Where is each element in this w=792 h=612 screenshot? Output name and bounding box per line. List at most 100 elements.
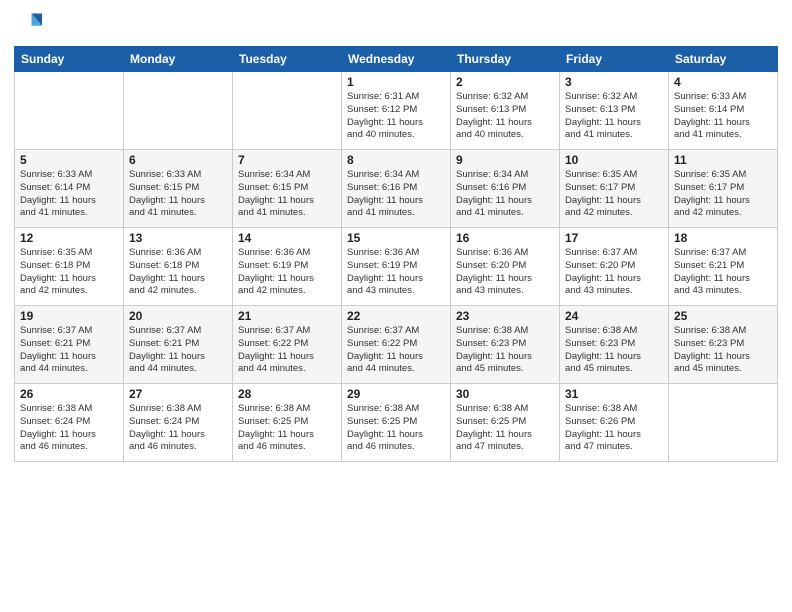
day-cell-12: 12 Sunrise: 6:35 AM Sunset: 6:18 PM Dayli… [15, 228, 124, 306]
day-cell-18: 18 Sunrise: 6:37 AM Sunset: 6:21 PM Dayli… [669, 228, 778, 306]
day-info: Sunrise: 6:37 AM Sunset: 6:21 PM Dayligh… [674, 247, 772, 298]
day-number: 11 [674, 153, 772, 167]
weekday-header-tuesday: Tuesday [233, 47, 342, 72]
day-number: 18 [674, 231, 772, 245]
day-cell-28: 28 Sunrise: 6:38 AM Sunset: 6:25 PM Dayli… [233, 384, 342, 462]
empty-cell [124, 72, 233, 150]
day-number: 14 [238, 231, 336, 245]
day-number: 4 [674, 75, 772, 89]
day-number: 30 [456, 387, 554, 401]
day-number: 22 [347, 309, 445, 323]
empty-cell [669, 384, 778, 462]
day-info: Sunrise: 6:36 AM Sunset: 6:19 PM Dayligh… [347, 247, 445, 298]
day-cell-14: 14 Sunrise: 6:36 AM Sunset: 6:19 PM Dayli… [233, 228, 342, 306]
day-number: 25 [674, 309, 772, 323]
day-info: Sunrise: 6:38 AM Sunset: 6:26 PM Dayligh… [565, 403, 663, 454]
day-number: 7 [238, 153, 336, 167]
day-cell-5: 5 Sunrise: 6:33 AM Sunset: 6:14 PM Daylig… [15, 150, 124, 228]
day-cell-23: 23Sunrise: 6:38 AM Sunset: 6:23 PM Dayli… [451, 306, 560, 384]
day-cell-25: 25 Sunrise: 6:38 AM Sunset: 6:23 PM Dayli… [669, 306, 778, 384]
day-number: 19 [20, 309, 118, 323]
day-cell-22: 22 Sunrise: 6:37 AM Sunset: 6:22 PM Dayli… [342, 306, 451, 384]
day-cell-8: 8Sunrise: 6:34 AM Sunset: 6:16 PM Daylig… [342, 150, 451, 228]
logo [14, 10, 46, 38]
day-cell-10: 10Sunrise: 6:35 AM Sunset: 6:17 PM Dayli… [560, 150, 669, 228]
day-number: 8 [347, 153, 445, 167]
day-cell-21: 21Sunrise: 6:37 AM Sunset: 6:22 PM Dayli… [233, 306, 342, 384]
day-info: Sunrise: 6:38 AM Sunset: 6:25 PM Dayligh… [238, 403, 336, 454]
day-cell-24: 24 Sunrise: 6:38 AM Sunset: 6:23 PM Dayli… [560, 306, 669, 384]
day-info: Sunrise: 6:33 AM Sunset: 6:14 PM Dayligh… [674, 91, 772, 142]
weekday-header-row: SundayMondayTuesdayWednesdayThursdayFrid… [15, 47, 778, 72]
day-info: Sunrise: 6:34 AM Sunset: 6:16 PM Dayligh… [456, 169, 554, 220]
day-number: 5 [20, 153, 118, 167]
day-number: 29 [347, 387, 445, 401]
weekday-header-monday: Monday [124, 47, 233, 72]
day-cell-20: 20 Sunrise: 6:37 AM Sunset: 6:21 PM Dayli… [124, 306, 233, 384]
day-number: 10 [565, 153, 663, 167]
day-info: Sunrise: 6:38 AM Sunset: 6:23 PM Dayligh… [456, 325, 554, 376]
day-info: Sunrise: 6:38 AM Sunset: 6:23 PM Dayligh… [565, 325, 663, 376]
weekday-header-friday: Friday [560, 47, 669, 72]
day-number: 16 [456, 231, 554, 245]
day-cell-26: 26 Sunrise: 6:38 AM Sunset: 6:24 PM Dayli… [15, 384, 124, 462]
day-info: Sunrise: 6:32 AM Sunset: 6:13 PM Dayligh… [456, 91, 554, 142]
week-row-2: 5 Sunrise: 6:33 AM Sunset: 6:14 PM Daylig… [15, 150, 778, 228]
day-cell-9: 9 Sunrise: 6:34 AM Sunset: 6:16 PM Daylig… [451, 150, 560, 228]
day-info: Sunrise: 6:35 AM Sunset: 6:18 PM Dayligh… [20, 247, 118, 298]
day-cell-30: 30 Sunrise: 6:38 AM Sunset: 6:25 PM Dayli… [451, 384, 560, 462]
day-number: 15 [347, 231, 445, 245]
day-cell-2: 2 Sunrise: 6:32 AM Sunset: 6:13 PM Daylig… [451, 72, 560, 150]
day-number: 28 [238, 387, 336, 401]
day-info: Sunrise: 6:35 AM Sunset: 6:17 PM Dayligh… [674, 169, 772, 220]
weekday-header-sunday: Sunday [15, 47, 124, 72]
day-number: 31 [565, 387, 663, 401]
day-number: 27 [129, 387, 227, 401]
header [14, 10, 778, 38]
empty-cell [233, 72, 342, 150]
day-cell-6: 6 Sunrise: 6:33 AM Sunset: 6:15 PM Daylig… [124, 150, 233, 228]
day-cell-16: 16 Sunrise: 6:36 AM Sunset: 6:20 PM Dayli… [451, 228, 560, 306]
page: SundayMondayTuesdayWednesdayThursdayFrid… [0, 0, 792, 612]
day-number: 9 [456, 153, 554, 167]
day-cell-7: 7 Sunrise: 6:34 AM Sunset: 6:15 PM Daylig… [233, 150, 342, 228]
day-cell-15: 15 Sunrise: 6:36 AM Sunset: 6:19 PM Dayli… [342, 228, 451, 306]
day-number: 6 [129, 153, 227, 167]
day-number: 12 [20, 231, 118, 245]
day-info: Sunrise: 6:38 AM Sunset: 6:23 PM Dayligh… [674, 325, 772, 376]
day-info: Sunrise: 6:38 AM Sunset: 6:24 PM Dayligh… [20, 403, 118, 454]
day-number: 2 [456, 75, 554, 89]
day-info: Sunrise: 6:38 AM Sunset: 6:25 PM Dayligh… [456, 403, 554, 454]
day-info: Sunrise: 6:33 AM Sunset: 6:15 PM Dayligh… [129, 169, 227, 220]
week-row-1: 1 Sunrise: 6:31 AM Sunset: 6:12 PM Daylig… [15, 72, 778, 150]
day-number: 17 [565, 231, 663, 245]
week-row-4: 19 Sunrise: 6:37 AM Sunset: 6:21 PM Dayli… [15, 306, 778, 384]
day-info: Sunrise: 6:33 AM Sunset: 6:14 PM Dayligh… [20, 169, 118, 220]
weekday-header-saturday: Saturday [669, 47, 778, 72]
day-number: 21 [238, 309, 336, 323]
day-cell-11: 11 Sunrise: 6:35 AM Sunset: 6:17 PM Dayli… [669, 150, 778, 228]
empty-cell [15, 72, 124, 150]
day-info: Sunrise: 6:31 AM Sunset: 6:12 PM Dayligh… [347, 91, 445, 142]
day-info: Sunrise: 6:37 AM Sunset: 6:21 PM Dayligh… [129, 325, 227, 376]
day-number: 26 [20, 387, 118, 401]
day-info: Sunrise: 6:38 AM Sunset: 6:24 PM Dayligh… [129, 403, 227, 454]
day-number: 20 [129, 309, 227, 323]
day-info: Sunrise: 6:34 AM Sunset: 6:15 PM Dayligh… [238, 169, 336, 220]
day-info: Sunrise: 6:36 AM Sunset: 6:20 PM Dayligh… [456, 247, 554, 298]
day-number: 13 [129, 231, 227, 245]
day-info: Sunrise: 6:38 AM Sunset: 6:25 PM Dayligh… [347, 403, 445, 454]
day-info: Sunrise: 6:37 AM Sunset: 6:20 PM Dayligh… [565, 247, 663, 298]
week-row-5: 26 Sunrise: 6:38 AM Sunset: 6:24 PM Dayli… [15, 384, 778, 462]
day-number: 1 [347, 75, 445, 89]
day-number: 24 [565, 309, 663, 323]
day-cell-17: 17 Sunrise: 6:37 AM Sunset: 6:20 PM Dayli… [560, 228, 669, 306]
day-cell-1: 1 Sunrise: 6:31 AM Sunset: 6:12 PM Daylig… [342, 72, 451, 150]
day-info: Sunrise: 6:36 AM Sunset: 6:19 PM Dayligh… [238, 247, 336, 298]
weekday-header-thursday: Thursday [451, 47, 560, 72]
day-info: Sunrise: 6:37 AM Sunset: 6:22 PM Dayligh… [347, 325, 445, 376]
day-cell-19: 19Sunrise: 6:37 AM Sunset: 6:21 PM Dayli… [15, 306, 124, 384]
day-cell-4: 4 Sunrise: 6:33 AM Sunset: 6:14 PM Daylig… [669, 72, 778, 150]
day-number: 3 [565, 75, 663, 89]
calendar-table: SundayMondayTuesdayWednesdayThursdayFrid… [14, 46, 778, 462]
